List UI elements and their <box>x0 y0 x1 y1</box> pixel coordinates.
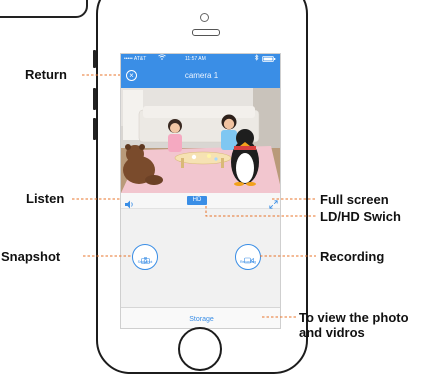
callout-listen: Listen <box>26 191 65 206</box>
callout-full-screen: Full screen <box>320 192 389 207</box>
callout-snapshot: Snapshot <box>1 249 61 264</box>
leader-ld-hd-switch <box>205 206 316 217</box>
callout-return: Return <box>25 67 67 82</box>
callout-recording: Recording <box>320 249 385 264</box>
callout-view-photo-line1: To view the photo <box>299 310 409 325</box>
callout-view-photo: To view the photo and vidros <box>299 310 436 340</box>
callout-ld-hd-switch: LD/HD Swich <box>320 209 401 224</box>
callout-view-photo-line2: and vidros <box>299 325 365 340</box>
